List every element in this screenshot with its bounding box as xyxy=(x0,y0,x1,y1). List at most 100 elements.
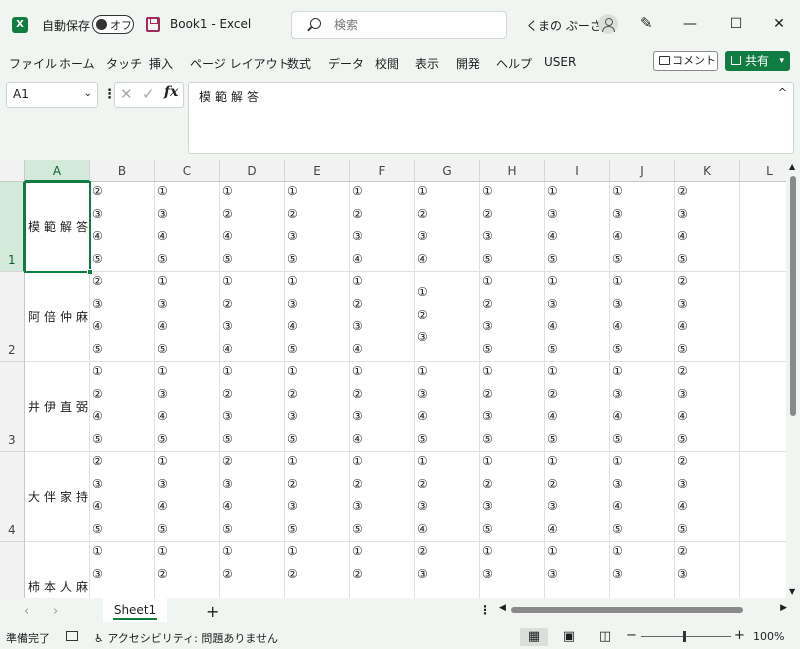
answer-cell[interactable]: ① ② ③ ④ xyxy=(350,362,415,452)
answer-cell[interactable]: ① ② ③ xyxy=(415,272,480,362)
column-header-b[interactable]: B xyxy=(90,160,155,182)
answer-cell[interactable]: ② ③ ④ ⑤ xyxy=(90,452,155,542)
tab-touch[interactable]: タッチ xyxy=(106,55,142,72)
chevron-down-icon[interactable]: ⌄ xyxy=(84,88,92,99)
empty-cell[interactable] xyxy=(740,362,786,452)
tab-review[interactable]: 校閲 xyxy=(375,55,399,72)
row-header-3[interactable]: 3 xyxy=(0,362,25,452)
column-header-i[interactable]: I xyxy=(545,160,610,182)
answer-cell[interactable]: ① ② ④ ⑤ xyxy=(545,362,610,452)
answer-cell[interactable]: ① ③ ④ ⑤ xyxy=(415,362,480,452)
answer-cell[interactable]: ①② xyxy=(285,542,350,598)
autosave-toggle[interactable]: オフ xyxy=(92,15,134,34)
answer-cell[interactable]: ① ③ ④ ⑤ xyxy=(285,272,350,362)
row-header-4[interactable]: 4 xyxy=(0,452,25,542)
save-icon[interactable] xyxy=(146,17,160,32)
chevron-right-icon[interactable]: › xyxy=(53,604,58,619)
column-header-k[interactable]: K xyxy=(675,160,740,182)
scroll-down-icon[interactable]: ▼ xyxy=(789,587,795,596)
answer-cell[interactable]: ① ② ③ ⑤ xyxy=(480,272,545,362)
name-cell[interactable]: 井伊直弼 xyxy=(25,362,90,452)
answer-cell[interactable]: ②③ xyxy=(415,542,480,598)
answer-cell[interactable]: ② ③ ④ ⑤ xyxy=(90,182,155,272)
empty-cell[interactable] xyxy=(740,272,786,362)
column-header-d[interactable]: D xyxy=(220,160,285,182)
answer-cell[interactable]: ① ③ ④ ⑤ xyxy=(155,272,220,362)
column-header-e[interactable]: E xyxy=(285,160,350,182)
answer-cell[interactable]: ① ③ ④ ⑤ xyxy=(610,272,675,362)
column-header-h[interactable]: H xyxy=(480,160,545,182)
answer-cell[interactable]: ① ② ③ ⑤ xyxy=(480,362,545,452)
answer-cell[interactable]: ①③ xyxy=(610,542,675,598)
answer-cell[interactable]: ①③ xyxy=(480,542,545,598)
answer-cell[interactable]: ① ② ③ ⑤ xyxy=(480,452,545,542)
row-header-2[interactable]: 2 xyxy=(0,272,25,362)
answer-cell[interactable]: ① ② ③ ⑤ xyxy=(220,362,285,452)
answer-cell[interactable]: ① ② ③ ④ xyxy=(415,452,480,542)
answer-cell[interactable]: ① ② ③ ④ xyxy=(220,272,285,362)
answer-cell[interactable]: ② ③ ④ ⑤ xyxy=(220,452,285,542)
scrollbar-thumb[interactable] xyxy=(511,607,743,613)
maximize-button[interactable]: ☐ xyxy=(723,12,749,36)
tab-formulas[interactable]: 数式 xyxy=(287,55,311,72)
vertical-scrollbar[interactable]: ▲ ▼ xyxy=(786,160,800,598)
answer-cell[interactable]: ① ② ③ ④ xyxy=(350,182,415,272)
answer-cell[interactable]: ① ② ④ ⑤ xyxy=(220,182,285,272)
macro-icon[interactable] xyxy=(66,631,78,641)
select-all-corner[interactable] xyxy=(0,160,25,182)
tab-data[interactable]: データ xyxy=(328,55,364,72)
answer-cell[interactable]: ② ③ ④ ⑤ xyxy=(675,362,740,452)
answer-cell[interactable]: ① ② ③ ④ xyxy=(350,272,415,362)
collapse-formula-bar-icon[interactable]: ^ xyxy=(778,86,787,99)
minimize-button[interactable]: — xyxy=(677,12,703,36)
share-button[interactable]: 共有 ▾ xyxy=(725,51,790,71)
comment-button[interactable]: コメント xyxy=(653,51,718,71)
column-header-g[interactable]: G xyxy=(415,160,480,182)
answer-cell[interactable]: ① ③ ④ ⑤ xyxy=(545,272,610,362)
zoom-slider[interactable] xyxy=(641,636,731,637)
page-break-view-icon[interactable]: ◫ xyxy=(591,628,619,646)
search-box[interactable] xyxy=(291,11,507,39)
answer-cell[interactable]: ① ② ④ ⑤ xyxy=(90,362,155,452)
answer-cell[interactable]: ① ③ ④ ⑤ xyxy=(155,182,220,272)
pen-icon[interactable]: ✎ xyxy=(640,14,653,32)
answer-cell[interactable]: ① ② ③ ⑤ xyxy=(285,452,350,542)
name-cell[interactable]: 阿倍仲麻呂 xyxy=(25,272,90,362)
answer-cell[interactable]: ① ② ③ ⑤ xyxy=(350,452,415,542)
answer-cell[interactable]: ① ② ③ ⑤ xyxy=(285,182,350,272)
answer-cell[interactable]: ② ③ ④ ⑤ xyxy=(90,272,155,362)
empty-cell[interactable] xyxy=(740,542,786,598)
scroll-up-icon[interactable]: ▲ xyxy=(789,162,795,171)
answer-cell[interactable]: ① ② ③ ④ xyxy=(545,452,610,542)
close-button[interactable]: ✕ xyxy=(766,12,792,36)
search-input[interactable] xyxy=(334,17,494,33)
scroll-left-icon[interactable]: ◀ xyxy=(499,603,506,613)
name-cell[interactable]: 柿本人麻呂 xyxy=(25,542,90,598)
formula-input[interactable]: 模範解答 ^ xyxy=(188,82,794,154)
answer-cell[interactable]: ① ③ ④ ⑤ xyxy=(155,452,220,542)
chevron-down-icon[interactable]: ▾ xyxy=(779,51,784,71)
column-header-f[interactable]: F xyxy=(350,160,415,182)
add-sheet-button[interactable]: + xyxy=(206,602,219,621)
name-cell[interactable]: 模範解答 xyxy=(25,182,90,272)
tab-developer[interactable]: 開発 xyxy=(456,55,480,72)
chevron-left-icon[interactable]: ‹ xyxy=(24,604,29,619)
empty-cell[interactable] xyxy=(740,452,786,542)
accessibility-status[interactable]: ♿ アクセシビリティ: 問題ありません xyxy=(94,630,278,646)
answer-cell[interactable]: ① ③ ④ ⑤ xyxy=(610,362,675,452)
horizontal-scrollbar[interactable]: ◀ ▶ xyxy=(497,603,787,617)
tab-view[interactable]: 表示 xyxy=(415,55,439,72)
answer-cell[interactable]: ① ③ ④ ⑤ xyxy=(610,452,675,542)
answer-cell[interactable]: ① ③ ④ ⑤ xyxy=(155,362,220,452)
scrollbar-thumb[interactable] xyxy=(790,176,796,416)
normal-view-icon[interactable]: ▦ xyxy=(520,628,548,646)
name-cell[interactable]: 大伴家持 xyxy=(25,452,90,542)
answer-cell[interactable]: ② ③ ④ ⑤ xyxy=(675,182,740,272)
column-header-j[interactable]: J xyxy=(610,160,675,182)
tab-insert[interactable]: 挿入 xyxy=(149,55,173,72)
answer-cell[interactable]: ① ③ ④ ⑤ xyxy=(545,182,610,272)
tab-file[interactable]: ファイル xyxy=(9,55,57,72)
zoom-in-button[interactable]: + xyxy=(734,628,745,643)
column-header-c[interactable]: C xyxy=(155,160,220,182)
answer-cell[interactable]: ② ③ ④ ⑤ xyxy=(675,272,740,362)
